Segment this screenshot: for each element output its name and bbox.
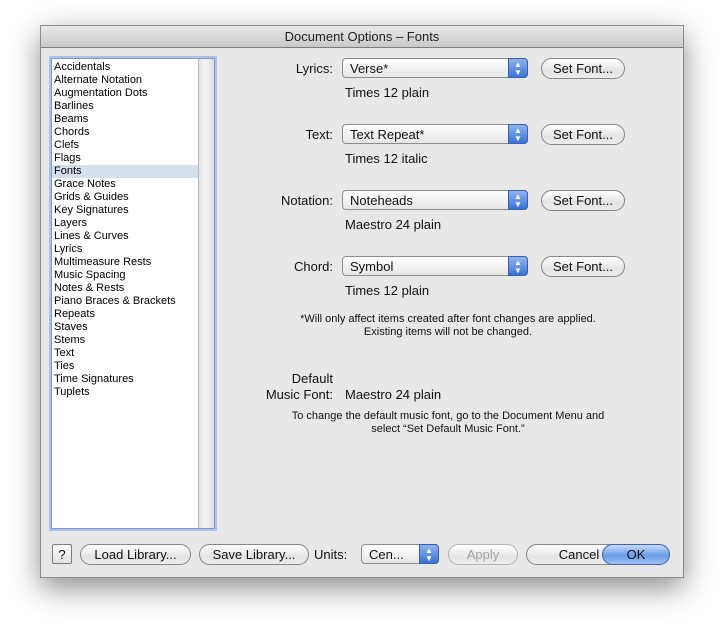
category-item-chords[interactable]: Chords <box>52 126 198 139</box>
category-item-grids-guides[interactable]: Grids & Guides <box>52 191 198 204</box>
save-library-button[interactable]: Save Library... <box>199 544 309 565</box>
apply-button[interactable]: Apply <box>448 544 518 565</box>
popup-arrows-icon: ▲ ▼ <box>508 256 528 276</box>
default-music-font-label-line2: Music Font: <box>265 387 333 402</box>
lyrics-font-value: Verse* <box>350 61 389 76</box>
category-item-alternate-notation[interactable]: Alternate Notation <box>52 74 198 87</box>
text-font-popup[interactable]: Text Repeat* ▲ ▼ <box>342 124 528 144</box>
popup-arrows-icon: ▲ ▼ <box>419 544 439 564</box>
category-item-notes-rests[interactable]: Notes & Rests <box>52 282 198 295</box>
default-music-font-info: To change the default music font, go to … <box>253 410 643 436</box>
document-options-window: Document Options – Fonts Accidentals Alte… <box>40 25 684 578</box>
category-item-ties[interactable]: Ties <box>52 360 198 373</box>
category-list[interactable]: Accidentals Alternate Notation Augmentatio… <box>51 58 215 529</box>
category-item-clefs[interactable]: Clefs <box>52 139 198 152</box>
notation-font-value: Noteheads <box>350 193 413 208</box>
category-item-lyrics[interactable]: Lyrics <box>52 243 198 256</box>
lyrics-label: Lyrics: <box>295 61 333 76</box>
text-label: Text: <box>305 127 333 142</box>
category-item-beams[interactable]: Beams <box>52 113 198 126</box>
default-music-font-info-line1: To change the default music font, go to … <box>291 410 605 422</box>
notation-font-popup[interactable]: Noteheads ▲ ▼ <box>342 190 528 210</box>
popup-arrows-icon: ▲ ▼ <box>508 58 528 78</box>
help-button[interactable]: ? <box>52 544 72 564</box>
units-label: Units: <box>314 547 348 562</box>
category-item-multimeasure-rests[interactable]: Multimeasure Rests <box>52 256 198 269</box>
default-music-font-label: Default Music Font: <box>231 371 333 403</box>
category-item-layers[interactable]: Layers <box>52 217 198 230</box>
text-font-description: Times 12 italic <box>345 151 428 166</box>
font-change-note-line2: Existing items will not be changed. <box>363 326 533 338</box>
category-item-augmentation-dots[interactable]: Augmentation Dots <box>52 87 198 100</box>
category-item-text[interactable]: Text <box>52 347 198 360</box>
category-item-fonts[interactable]: Fonts <box>52 165 198 178</box>
lyrics-font-popup[interactable]: Verse* ▲ ▼ <box>342 58 528 78</box>
chord-set-font-button[interactable]: Set Font... <box>541 256 625 277</box>
window-title: Document Options – Fonts <box>41 26 683 48</box>
ok-button[interactable]: OK <box>602 544 670 565</box>
category-item-key-signatures[interactable]: Key Signatures <box>52 204 198 217</box>
category-item-tuplets[interactable]: Tuplets <box>52 386 198 399</box>
popup-arrows-icon: ▲ ▼ <box>508 124 528 144</box>
text-set-font-button[interactable]: Set Font... <box>541 124 625 145</box>
category-item-staves[interactable]: Staves <box>52 321 198 334</box>
category-item-piano-braces-brackets[interactable]: Piano Braces & Brackets <box>52 295 198 308</box>
category-item-grace-notes[interactable]: Grace Notes <box>52 178 198 191</box>
category-item-music-spacing[interactable]: Music Spacing <box>52 269 198 282</box>
lyrics-set-font-button[interactable]: Set Font... <box>541 58 625 79</box>
lyrics-font-description: Times 12 plain <box>345 85 430 100</box>
category-item-time-signatures[interactable]: Time Signatures <box>52 373 198 386</box>
font-change-note-line1: *Will only affect items created after fo… <box>300 313 596 325</box>
notation-set-font-button[interactable]: Set Font... <box>541 190 625 211</box>
category-item-repeats[interactable]: Repeats <box>52 308 198 321</box>
units-popup[interactable]: Cen... ▲ ▼ <box>361 544 439 564</box>
category-item-flags[interactable]: Flags <box>52 152 198 165</box>
chord-font-popup[interactable]: Symbol ▲ ▼ <box>342 256 528 276</box>
category-item-barlines[interactable]: Barlines <box>52 100 198 113</box>
category-item-stems[interactable]: Stems <box>52 334 198 347</box>
notation-label: Notation: <box>280 193 333 208</box>
load-library-button[interactable]: Load Library... <box>80 544 191 565</box>
chord-font-value: Symbol <box>350 259 394 274</box>
font-change-note: *Will only affect items created after fo… <box>251 313 645 339</box>
category-list-items: Accidentals Alternate Notation Augmentatio… <box>52 61 198 399</box>
units-value: Cen... <box>369 547 404 562</box>
default-music-font-info-line2: select “Set Default Music Font.” <box>371 423 525 435</box>
chord-label: Chord: <box>293 259 333 274</box>
category-item-accidentals[interactable]: Accidentals <box>52 61 198 74</box>
default-music-font-label-line1: Default <box>291 371 333 386</box>
default-music-font-value: Maestro 24 plain <box>345 387 442 402</box>
chord-font-description: Times 12 plain <box>345 283 430 298</box>
category-item-lines-curves[interactable]: Lines & Curves <box>52 230 198 243</box>
text-font-value: Text Repeat* <box>350 127 425 142</box>
popup-arrows-icon: ▲ ▼ <box>508 190 528 210</box>
notation-font-description: Maestro 24 plain <box>345 217 442 232</box>
